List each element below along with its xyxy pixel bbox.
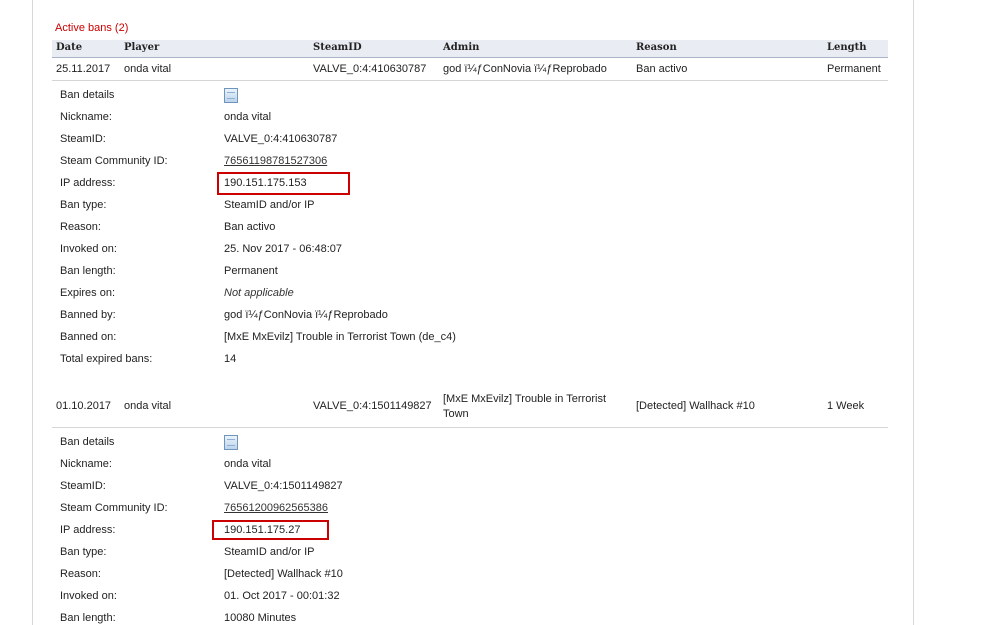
expired-bans-label: Total expired bans:	[60, 353, 153, 365]
expires-value: Not applicable	[224, 287, 294, 299]
col-admin[interactable]: Admin	[443, 42, 479, 53]
ban-steamid: VALVE_0:4:410630787	[313, 63, 427, 75]
invoked-label: Invoked on:	[60, 590, 117, 602]
ban-date: 25.11.2017	[56, 63, 111, 75]
col-length[interactable]: Length	[827, 42, 867, 53]
nickname-label: Nickname:	[60, 458, 112, 470]
ip-label: IP address:	[60, 177, 116, 189]
ban-type-label: Ban type:	[60, 199, 107, 211]
ban-player: onda vital	[124, 63, 172, 75]
ban-length-value: 10080 Minutes	[224, 612, 297, 624]
reason-label: Reason:	[60, 568, 101, 580]
ban-type-value: SteamID and/or IP	[224, 199, 315, 211]
invoked-value: 25. Nov 2017 - 06:48:07	[224, 243, 343, 255]
ban-length: Permanent	[827, 63, 881, 75]
ip-highlight-box	[212, 520, 329, 540]
reason-label: Reason:	[60, 221, 101, 233]
document-icon[interactable]	[224, 88, 238, 103]
ban-type-label: Ban type:	[60, 546, 107, 558]
banned-on-value: [MxE MxEvilz] Trouble in Terrorist Town …	[224, 331, 456, 343]
nickname-value: onda vital	[224, 111, 272, 123]
ban-details-heading: Ban details	[60, 89, 115, 101]
table-header: Date Player SteamID Admin Reason Length	[52, 40, 888, 58]
banned-by-value: god ï¼ƒConNovia ï¼ƒReprobado	[224, 309, 388, 321]
document-icon[interactable]	[224, 435, 238, 450]
ban-admin: god ï¼ƒConNovia ï¼ƒReprobado	[443, 63, 607, 75]
expired-bans-value: 14	[224, 353, 237, 365]
community-id-link[interactable]: 76561198781527306	[224, 155, 327, 167]
ban-steamid: VALVE_0:4:1501149827	[313, 400, 432, 412]
ban-date: 01.10.2017	[56, 400, 112, 412]
ban-reason: Ban activo	[636, 63, 688, 75]
ban-type-value: SteamID and/or IP	[224, 546, 315, 558]
banned-by-label: Banned by:	[60, 309, 116, 321]
nickname-value: onda vital	[224, 458, 272, 470]
nickname-label: Nickname:	[60, 111, 112, 123]
banned-on-label: Banned on:	[60, 331, 117, 343]
community-id-link[interactable]: 76561200962565386	[224, 502, 328, 514]
content-panel	[32, 0, 914, 625]
steamid-value: VALVE_0:4:410630787	[224, 133, 338, 145]
table-row[interactable]: 25.11.2017 onda vital VALVE_0:4:41063078…	[52, 60, 888, 81]
col-steamid[interactable]: SteamID	[313, 42, 362, 53]
expires-label: Expires on:	[60, 287, 116, 299]
ban-length: 1 Week	[827, 400, 865, 412]
community-id-label: Steam Community ID:	[60, 502, 168, 514]
invoked-label: Invoked on:	[60, 243, 117, 255]
ban-reason: [Detected] Wallhack #10	[636, 400, 755, 412]
steamid-value: VALVE_0:4:1501149827	[224, 480, 343, 492]
steamid-label: SteamID:	[60, 480, 106, 492]
ban-details-heading: Ban details	[60, 436, 115, 448]
ban-player: onda vital	[124, 400, 172, 412]
col-player[interactable]: Player	[124, 42, 159, 53]
ip-highlight-box	[217, 172, 350, 195]
ban-length-label: Ban length:	[60, 265, 116, 277]
ban-length-label: Ban length:	[60, 612, 116, 624]
col-reason[interactable]: Reason	[636, 42, 677, 53]
table-row[interactable]: 01.10.2017 onda vital VALVE_0:4:15011498…	[52, 390, 888, 428]
reason-value: [Detected] Wallhack #10	[224, 568, 343, 580]
community-id-label: Steam Community ID:	[60, 155, 168, 167]
ban-length-value: Permanent	[224, 265, 278, 277]
col-date[interactable]: Date	[56, 42, 82, 53]
section-title: Active bans (2)	[55, 22, 129, 34]
steamid-label: SteamID:	[60, 133, 106, 145]
invoked-value: 01. Oct 2017 - 00:01:32	[224, 590, 340, 602]
ip-label: IP address:	[60, 524, 116, 536]
reason-value: Ban activo	[224, 221, 276, 233]
ban-admin: [MxE MxEvilz] Trouble in Terrorist Town	[443, 393, 607, 420]
